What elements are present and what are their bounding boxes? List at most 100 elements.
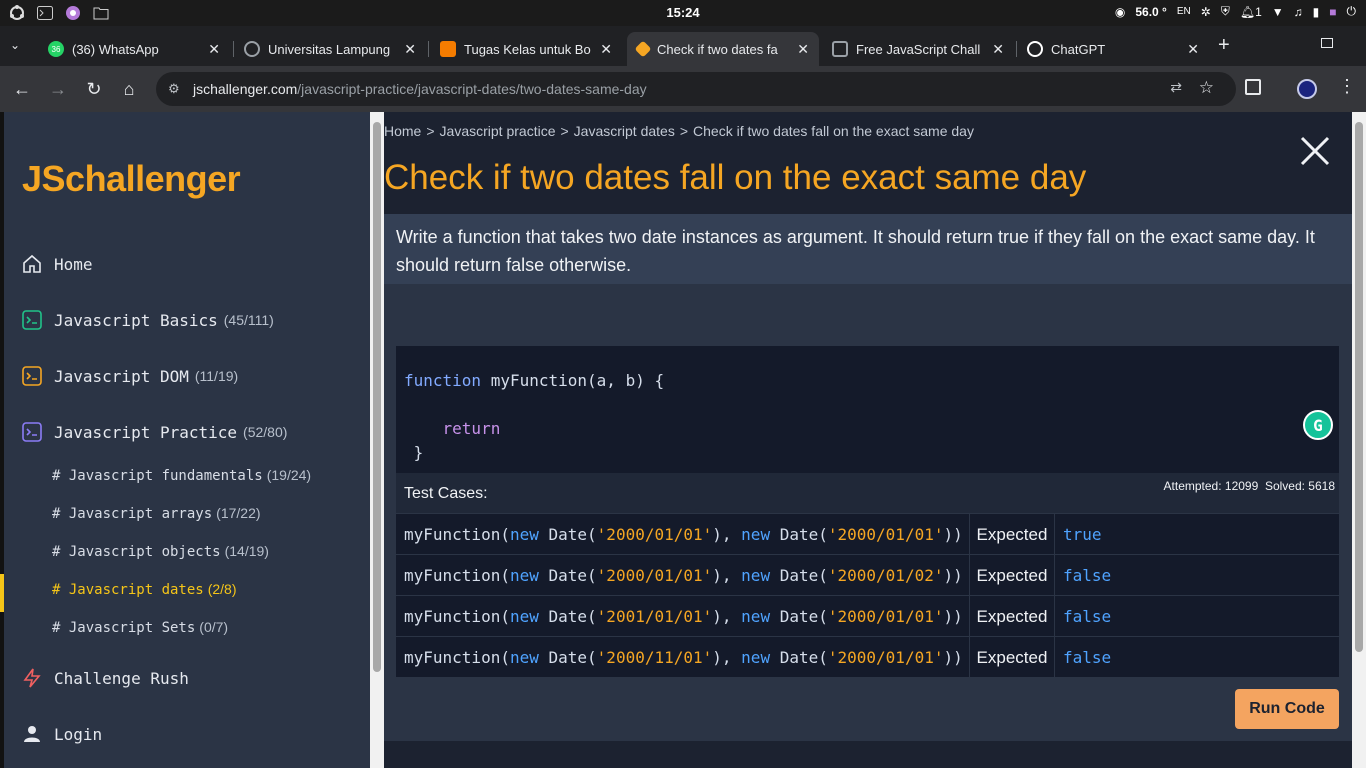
table-row: myFunction(new Date('2000/01/01'), new D… xyxy=(396,554,1339,596)
user-icon xyxy=(22,724,42,744)
subitem-label: # Javascript Sets xyxy=(52,620,196,636)
accessibility-icon[interactable]: ✲ xyxy=(1201,5,1211,19)
profile-avatar[interactable] xyxy=(1297,79,1317,99)
expected-value: false xyxy=(1063,566,1112,585)
breadcrumb: Home > Javascript practice > Javascript date… xyxy=(384,123,974,139)
table-row: myFunction(new Date('2001/01/01'), new D… xyxy=(396,595,1339,637)
sidebar-item-javascript-practice[interactable]: Javascript Practice (52/80) xyxy=(22,422,287,442)
translate-icon[interactable]: ⇄ xyxy=(1170,79,1182,96)
close-tab-icon[interactable]: ✕ xyxy=(404,41,416,58)
tab-universitas-lampung[interactable]: Universitas Lampung ✕ xyxy=(234,32,426,66)
close-icon[interactable] xyxy=(1298,134,1332,168)
address-bar[interactable]: ⚙ jschallenger.com/javascript-practice/j… xyxy=(156,72,1236,106)
scrollbar-thumb[interactable] xyxy=(373,122,381,672)
screenshot-icon[interactable]: ◉ xyxy=(1115,5,1125,19)
breadcrumb-item[interactable]: Check if two dates fall on the exact sam… xyxy=(693,123,974,139)
expected-value: true xyxy=(1063,525,1102,544)
table-row: myFunction(new Date('2000/01/01'), new D… xyxy=(396,513,1339,555)
code-keyword: function xyxy=(404,371,482,390)
code-signature: myFunction(a, b) { xyxy=(490,371,665,390)
sidebar-item-home[interactable]: Home xyxy=(22,254,93,274)
expected-label: Expected xyxy=(969,555,1055,596)
jschallenger-icon xyxy=(634,40,652,58)
whatsapp-icon: 36 xyxy=(48,41,64,57)
divider-band xyxy=(384,284,1352,332)
new-tab-button[interactable]: + xyxy=(1218,34,1230,57)
sidebar-subitem-fundamentals[interactable]: # Javascript fundamentals (19/24) xyxy=(52,467,311,484)
tab-free-javascript[interactable]: Free JavaScript Chall ✕ xyxy=(822,32,1014,66)
site-info-icon[interactable]: ⚙ xyxy=(168,81,180,97)
sidebar-item-label: Login xyxy=(54,724,103,744)
logo-rest: challenger xyxy=(65,158,241,199)
forward-icon[interactable]: → xyxy=(47,78,69,100)
close-tab-icon[interactable]: ✕ xyxy=(208,41,220,58)
power-icon[interactable]: ⏻ xyxy=(1347,4,1357,19)
sidebar-subitem-arrays[interactable]: # Javascript arrays (17/22) xyxy=(52,505,261,522)
close-tab-icon[interactable]: ✕ xyxy=(992,41,1004,58)
sidebar-item-javascript-dom[interactable]: Javascript DOM (11/19) xyxy=(22,366,238,386)
extensions-icon[interactable] xyxy=(1245,79,1261,95)
sidebar-subitem-dates[interactable]: # Javascript dates (2/8) xyxy=(52,581,237,598)
scrollbar-thumb[interactable] xyxy=(1355,122,1363,652)
notification-count: 1 xyxy=(1255,4,1262,19)
close-tab-icon[interactable]: ✕ xyxy=(600,41,612,58)
close-tab-icon[interactable]: ✕ xyxy=(1187,41,1199,58)
subitem-label: # Javascript fundamentals xyxy=(52,468,263,484)
jschallenger-logo[interactable]: JSchallenger xyxy=(22,158,241,200)
tab-jschallenger-active[interactable]: Check if two dates fa ✕ xyxy=(627,32,819,66)
sidebar-item-login[interactable]: Login xyxy=(22,724,102,744)
tab-whatsapp[interactable]: 36 (36) WhatsApp ✕ xyxy=(38,32,230,66)
tab-search-button[interactable]: ⌄ xyxy=(10,38,20,52)
breadcrumb-item[interactable]: Home xyxy=(384,123,421,139)
tab-title: (36) WhatsApp xyxy=(72,41,159,57)
tab-title: ChatGPT xyxy=(1051,41,1106,57)
sidebar-item-javascript-basics[interactable]: Javascript Basics (45/111) xyxy=(22,310,274,330)
bookmark-star-icon[interactable]: ☆ xyxy=(1199,78,1214,98)
subitem-count: (0/7) xyxy=(199,619,229,635)
run-code-button[interactable]: Run Code xyxy=(1235,689,1339,729)
challenge-panel: function myFunction(a, b) { return } G T… xyxy=(384,332,1352,741)
wifi-icon[interactable]: ▼ xyxy=(1272,5,1284,19)
sidebar-item-label: Challenge Rush xyxy=(54,668,189,688)
active-indicator xyxy=(0,574,4,612)
sidebar: JSchallenger Home Javascript Basics (45/… xyxy=(0,112,370,768)
code-editor[interactable]: function myFunction(a, b) { return } G xyxy=(396,346,1339,473)
sidebar-subitem-objects[interactable]: # Javascript objects (14/19) xyxy=(52,543,269,560)
page-title: Check if two dates fall on the exact sam… xyxy=(384,158,1087,197)
code-close-brace: } xyxy=(413,443,424,462)
breadcrumb-item[interactable]: Javascript practice xyxy=(440,123,556,139)
code-return: return xyxy=(442,419,501,438)
main-scrollbar[interactable] xyxy=(1352,112,1366,768)
music-icon[interactable]: ♫ xyxy=(1294,5,1303,19)
notification-icon[interactable]: 🔔︎1 xyxy=(1240,5,1262,19)
home-icon[interactable]: ⌂ xyxy=(118,78,140,100)
grammarly-icon[interactable]: G xyxy=(1303,410,1333,440)
solved-count: Solved: 5618 xyxy=(1264,479,1335,493)
shield-icon[interactable]: ⛨ xyxy=(1221,4,1230,19)
cube-icon xyxy=(832,41,848,57)
test-cases: Test Cases: Attempted: 12099 Solved: 561… xyxy=(396,473,1339,678)
tab-strip: ⌄ 36 (36) WhatsApp ✕ Universitas Lampung… xyxy=(0,26,1366,66)
sidebar-item-challenge-rush[interactable]: Challenge Rush xyxy=(22,668,189,688)
sidebar-subitem-sets[interactable]: # Javascript Sets (0/7) xyxy=(52,619,228,636)
subitem-count: (17/22) xyxy=(216,505,261,521)
battery-icon[interactable]: ▮ xyxy=(1313,5,1320,19)
temperature: 56.0 ° xyxy=(1135,4,1167,19)
tab-google-classroom[interactable]: Tugas Kelas untuk Bo ✕ xyxy=(430,32,622,66)
tab-chatgpt[interactable]: ChatGPT ✕ xyxy=(1017,32,1209,66)
window-restore-icon[interactable] xyxy=(1321,38,1333,48)
expected-label: Expected xyxy=(969,637,1055,678)
url-host: jschallenger.com xyxy=(193,81,298,97)
breadcrumb-item[interactable]: Javascript dates xyxy=(574,123,675,139)
reload-icon[interactable]: ↻ xyxy=(83,78,105,100)
purple-folder-icon[interactable]: ■ xyxy=(1329,5,1336,19)
test-call: myFunction(new Date('2001/01/01'), new D… xyxy=(404,607,963,626)
keyboard-layout[interactable]: EN xyxy=(1177,6,1191,17)
back-icon[interactable]: ← xyxy=(11,78,33,100)
main-content: Home > Javascript practice > Javascript date… xyxy=(384,112,1352,768)
sidebar-scrollbar[interactable] xyxy=(370,112,384,768)
menu-kebab-icon[interactable]: ⋮ xyxy=(1338,76,1356,97)
close-tab-icon[interactable]: ✕ xyxy=(797,41,809,58)
subitem-count: (19/24) xyxy=(266,467,312,483)
sidebar-item-label: Home xyxy=(54,254,93,274)
